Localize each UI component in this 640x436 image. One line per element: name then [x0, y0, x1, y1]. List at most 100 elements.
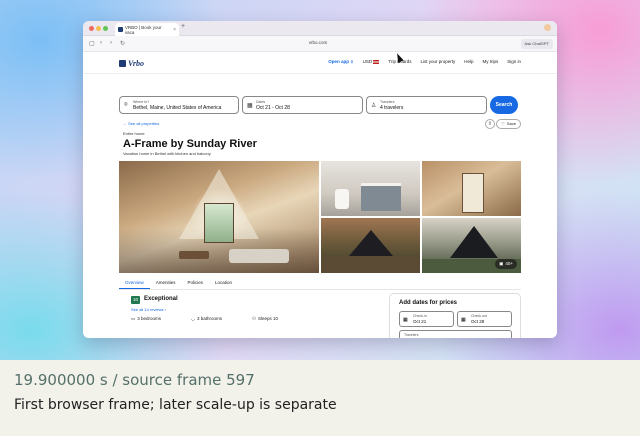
listing-subtitle: Vacation home in Bethel with kitchen and…: [123, 151, 211, 156]
close-window-button[interactable]: [89, 26, 94, 31]
sleeps-item: ⚇ Sleeps 10: [252, 316, 278, 322]
dates-value: Oct 21 - Oct 28: [256, 105, 290, 111]
where-to-value: Bethel, Maine, United States of America: [133, 105, 222, 111]
gallery-icon: ▣: [499, 261, 504, 266]
sleeps-label: Sleeps 10: [258, 316, 279, 321]
photo-count-label: 40+: [505, 261, 513, 266]
booking-travelers-label: Travelers: [404, 333, 419, 337]
house-shape: [349, 230, 393, 256]
photo-gallery: ▣ 40+: [119, 161, 521, 273]
maximize-window-button[interactable]: [103, 26, 108, 31]
house-shape: [450, 226, 498, 258]
window-shape: [204, 203, 234, 243]
tab-amenities[interactable]: Amenities: [150, 277, 182, 289]
table-shape: [179, 251, 209, 259]
tab-overview[interactable]: Overview: [119, 277, 150, 289]
photo-count-button[interactable]: ▣ 40+: [495, 259, 517, 269]
calendar-icon: ▦: [403, 317, 408, 323]
firepit-photo[interactable]: [321, 218, 420, 273]
search-bar: ⌾ Where to? Bethel, Maine, United States…: [119, 96, 521, 114]
help-link[interactable]: Help: [464, 59, 473, 64]
dates-label: Dates: [256, 100, 266, 104]
sign-in-link[interactable]: Sign in: [507, 59, 521, 64]
logo-text: Vrbo: [128, 59, 145, 68]
bath-icon: ◡: [191, 316, 195, 321]
amenities-summary: ▭ 3 bedrooms ◡ 3 bathrooms ⚇ Sleeps 10: [131, 316, 278, 322]
tab-title: VRBO | Book your vaca: [124, 24, 162, 35]
list-property-link[interactable]: List your property: [420, 59, 455, 64]
browser-window: VRBO | Book your vaca × + ▢ ‹ › ↻ vrbo.c…: [83, 21, 557, 338]
bathrooms-item: ◡ 3 bathrooms: [191, 316, 222, 322]
people-icon: ⚇: [251, 316, 257, 321]
where-to-field[interactable]: ⌾ Where to? Bethel, Maine, United States…: [119, 96, 239, 114]
open-app-link[interactable]: Open app ⇩: [328, 59, 353, 64]
checkin-field[interactable]: ▦ Check-in Oct 21: [399, 311, 454, 327]
checkout-value: Oct 28: [471, 319, 485, 324]
rating-score-badge: 10: [131, 296, 140, 304]
vrbo-logo-icon: [119, 60, 126, 67]
save-label: Save: [506, 121, 516, 126]
see-reviews-link[interactable]: See all 14 reviews ›: [131, 307, 166, 312]
back-link-label: See all properties: [128, 121, 160, 126]
address-bar[interactable]: vrbo.com: [233, 40, 403, 45]
browser-toolbar: ▢ ‹ › ↻ vrbo.com Ask ChatGPT: [83, 36, 557, 52]
profile-avatar-icon[interactable]: [544, 24, 551, 31]
toilet-shape: [335, 189, 349, 209]
checkin-label: Check-in: [413, 314, 427, 318]
currency-label: USD: [362, 59, 373, 64]
bed-icon: ▭: [131, 316, 136, 321]
header-links: Open app ⇩ USD Trip Boards List your pro…: [328, 59, 521, 64]
calendar-icon: ▦: [247, 103, 253, 109]
vrbo-favicon-icon: [118, 27, 123, 32]
bedrooms-label: 3 bedrooms: [137, 316, 162, 321]
travelers-field[interactable]: ♙ Travelers 4 travelers: [366, 96, 487, 114]
tab-policies[interactable]: Policies: [182, 277, 210, 289]
bathroom-photo[interactable]: [321, 161, 420, 216]
listing-tabs: Overview Amenities Policies Location: [119, 277, 238, 289]
checkin-value: Oct 21: [413, 319, 427, 324]
open-app-label: Open app: [328, 59, 349, 64]
close-tab-icon[interactable]: ×: [173, 27, 176, 33]
travelers-value: 4 travelers: [380, 105, 404, 111]
reload-icon[interactable]: ↻: [120, 40, 125, 47]
calendar-icon: ▦: [461, 317, 466, 323]
minimize-window-button[interactable]: [96, 26, 101, 31]
desktop-background: VRBO | Book your vaca × + ▢ ‹ › ↻ vrbo.c…: [0, 0, 640, 360]
my-trips-link[interactable]: My trips: [482, 59, 498, 64]
vrbo-logo[interactable]: Vrbo: [119, 59, 144, 68]
back-icon[interactable]: ‹: [100, 40, 102, 46]
location-pin-icon: ⌾: [124, 102, 128, 108]
caption-panel: 19.900000 s / source frame 597 First bro…: [0, 360, 640, 436]
caption-note: First browser frame; later scale-up is s…: [14, 397, 337, 413]
forward-icon[interactable]: ›: [110, 40, 112, 46]
where-to-label: Where to?: [133, 100, 150, 104]
sofa-shape: [229, 249, 289, 263]
door-shape: [462, 173, 484, 213]
save-button[interactable]: ♡ Save: [496, 119, 521, 129]
new-tab-button[interactable]: +: [181, 23, 185, 30]
exterior-photo[interactable]: ▣ 40+: [422, 218, 521, 273]
dates-field[interactable]: ▦ Dates Oct 21 - Oct 28: [242, 96, 363, 114]
site-header: Vrbo Open app ⇩ USD Trip Boards List you…: [83, 52, 557, 74]
living-room-photo[interactable]: [119, 161, 319, 273]
checkout-field[interactable]: ▦ Check-out Oct 28: [457, 311, 512, 327]
reviews-link-label: See all 14 reviews: [131, 307, 164, 312]
share-icon[interactable]: ⇪: [485, 119, 495, 129]
see-all-properties-link[interactable]: ← See all properties: [123, 121, 159, 126]
search-button[interactable]: Search: [490, 96, 518, 114]
vanity-shape: [361, 183, 401, 211]
ask-chatgpt-button[interactable]: Ask ChatGPT: [520, 39, 553, 49]
booking-travelers-field[interactable]: Travelers: [399, 330, 512, 338]
interior-photo[interactable]: [422, 161, 521, 216]
booking-panel: Add dates for prices ▦ Check-in Oct 21 ▦…: [389, 293, 521, 338]
us-flag-icon: [373, 59, 380, 64]
booking-title: Add dates for prices: [399, 300, 458, 306]
listing-title: A-Frame by Sunday River: [123, 138, 257, 150]
browser-tab[interactable]: VRBO | Book your vaca ×: [115, 23, 179, 36]
caption-timestamp: 19.900000 s / source frame 597: [14, 371, 255, 389]
sidebar-toggle-icon[interactable]: ▢: [89, 40, 95, 47]
currency-selector[interactable]: USD: [363, 59, 380, 64]
tabs-divider: [119, 289, 521, 290]
rating-text: Exceptional: [144, 296, 178, 302]
tab-location[interactable]: Location: [209, 277, 238, 289]
